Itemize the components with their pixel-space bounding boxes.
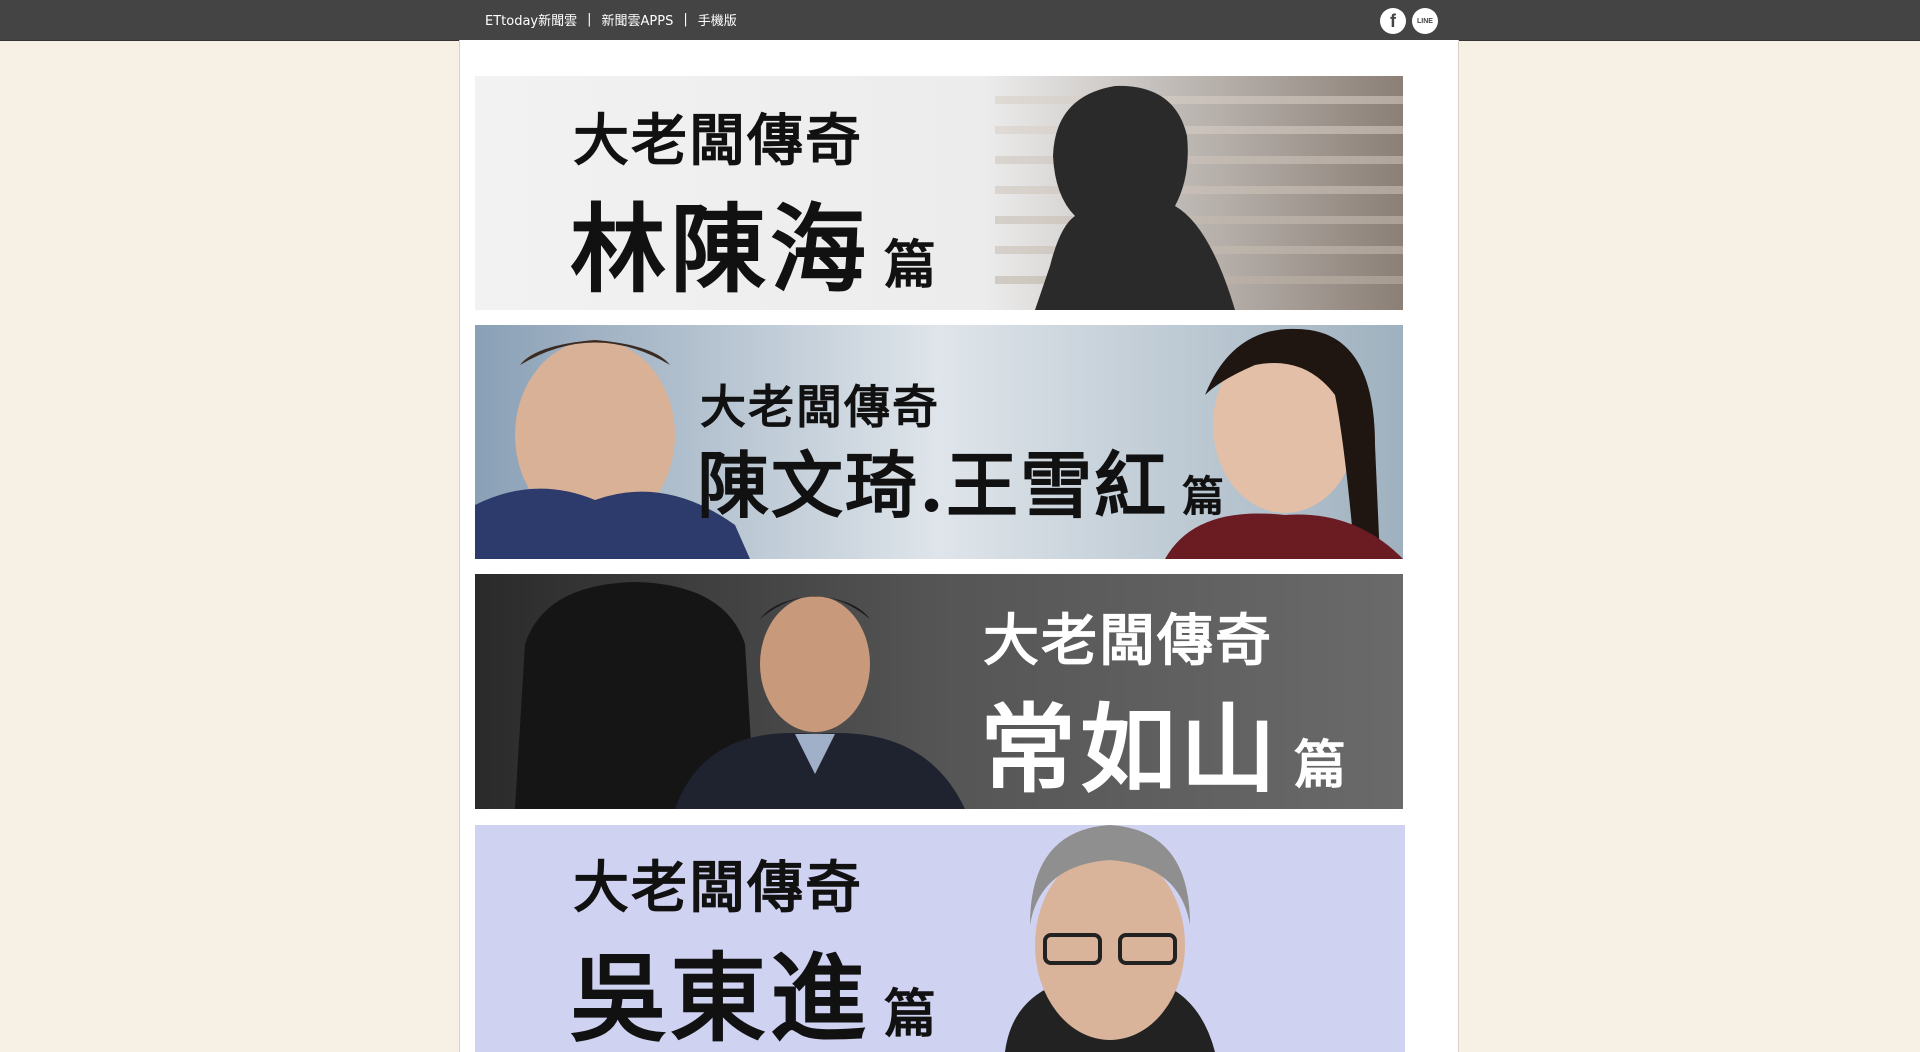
banner-suffix: 篇 xyxy=(1294,735,1349,796)
banner-suffix: 篇 xyxy=(884,984,939,1045)
main-content: 大老闆傳奇 林陳海篇 大老闆傳奇 陳文琦.王雪紅 篇 大老闆傳奇 常如山 篇 大… xyxy=(459,40,1459,1052)
banner-wu-tung-chin[interactable]: 大老闆傳奇 吳東進篇 xyxy=(475,825,1405,1052)
banner-name: 吳東進 xyxy=(570,942,870,1052)
banner-suffix: 篇 xyxy=(884,235,939,296)
banner-suffix: 篇 xyxy=(1182,472,1227,521)
line-icon[interactable]: LINE xyxy=(1412,8,1438,34)
banner-name-row: 陳文琦.王雪紅篇 xyxy=(697,427,1226,532)
banner-name-row: 吳東進篇 xyxy=(570,921,938,1052)
top-nav: ETtoday新聞雲 | 新聞雲APPS | 手機版 xyxy=(485,0,737,38)
banner-name: 陳文琦.王雪紅 xyxy=(697,443,1169,528)
nav-separator: | xyxy=(683,11,688,27)
banner-lin-chen-hai[interactable]: 大老闆傳奇 林陳海篇 xyxy=(475,76,1403,310)
facebook-glyph: f xyxy=(1390,11,1396,31)
portrait xyxy=(1035,850,1185,1040)
nav-separator: | xyxy=(587,11,592,27)
banner-name-row: 林陳海篇 xyxy=(570,172,938,310)
banner-name: 林陳海 xyxy=(570,193,870,306)
ettoday-link[interactable]: ETtoday新聞雲 xyxy=(485,10,577,29)
portrait xyxy=(760,596,870,732)
facebook-icon[interactable]: f xyxy=(1380,8,1406,34)
apps-link[interactable]: 新聞雲APPS xyxy=(602,10,674,29)
banner-name: 常如山 xyxy=(980,693,1280,806)
banner-chen-wen-chi-wang-hsueh-hung[interactable]: 大老闆傳奇 陳文琦.王雪紅篇 xyxy=(475,325,1403,559)
banner-name-row: 常如山篇 xyxy=(980,672,1348,809)
banner-series-title: 大老闆傳奇 xyxy=(983,608,1273,674)
banner-series-title: 大老闆傳奇 xyxy=(573,108,863,174)
line-glyph: LINE xyxy=(1417,17,1433,25)
social-links: f LINE xyxy=(1380,8,1438,34)
top-bar: ETtoday新聞雲 | 新聞雲APPS | 手機版 f LINE xyxy=(0,0,1920,41)
banner-series-title: 大老闆傳奇 xyxy=(573,855,863,921)
banner-chang-ru-shan[interactable]: 大老闆傳奇 常如山篇 xyxy=(475,574,1403,809)
mobile-link[interactable]: 手機版 xyxy=(698,10,737,29)
